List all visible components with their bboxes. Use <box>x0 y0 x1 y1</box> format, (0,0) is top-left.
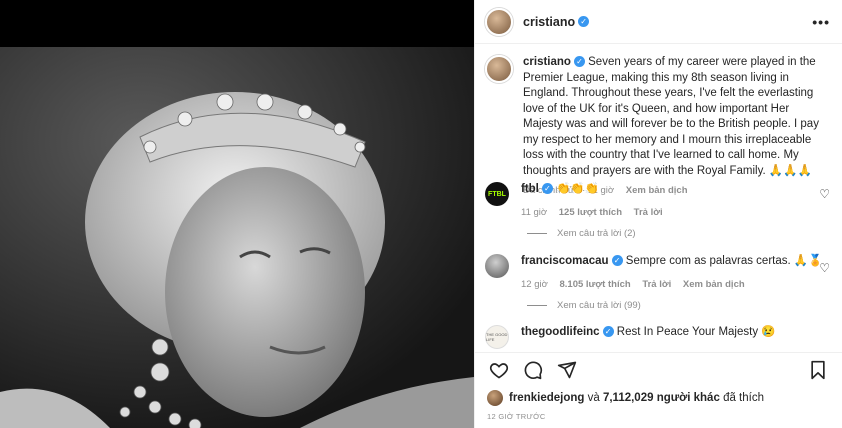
view-replies-button[interactable]: Xem câu trả lời (99) <box>527 300 641 311</box>
likes-connector: và <box>587 392 600 404</box>
verified-badge-icon: ✓ <box>611 255 623 266</box>
view-replies-label: Xem câu trả lời (2) <box>557 228 636 239</box>
verified-badge-icon: ✓ <box>602 326 614 337</box>
comment-username[interactable]: ftbl <box>521 183 539 195</box>
view-replies-label: Xem câu trả lời (99) <box>557 300 641 311</box>
comment-heart-icon[interactable]: ♡ <box>819 187 830 201</box>
more-options-icon[interactable]: ••• <box>812 14 830 30</box>
comment-item: FTBL ftbl ✓ 👏👏👏 11 giờ 125 lượt thích Trả… <box>475 182 842 220</box>
post-caption: cristiano ✓ Seven years of my career were… <box>475 45 842 199</box>
comment-username[interactable]: thegoodlifeinc <box>521 326 600 338</box>
comment-icon[interactable] <box>521 358 545 382</box>
comment-likes[interactable]: 8.105 lượt thích <box>559 279 630 290</box>
post-media[interactable] <box>0 0 474 428</box>
comment-time: 11 giờ <box>521 207 548 218</box>
post-photo <box>0 47 474 428</box>
verified-badge-icon: ✓ <box>541 183 553 194</box>
verified-badge-icon: ✓ <box>573 56 585 67</box>
comment-body: franciscomacau ✓ Sempre com as palavras c… <box>521 254 832 292</box>
caption-text: Seven years of my career were played in … <box>523 56 819 177</box>
comment-reply-button[interactable]: Trả lời <box>642 279 671 290</box>
commenter-avatar[interactable] <box>485 254 509 278</box>
likes-suffix: đã thích <box>723 392 764 404</box>
comment-body: thegoodlifeinc ✓ Rest In Peace Your Majes… <box>521 325 832 349</box>
likes-others-link[interactable]: 7,112,029 người khác <box>603 392 720 404</box>
commenter-avatar[interactable]: FTBL <box>485 182 509 206</box>
divider-line <box>527 233 547 234</box>
comment-text: Sempre com as palavras certas. 🙏🏅 <box>625 255 823 267</box>
caption-avatar[interactable] <box>485 55 513 83</box>
comment-item: THE GOOD LIFE thegoodlifeinc ✓ Rest In Pe… <box>475 325 842 349</box>
comment-text: 👏👏👏 <box>556 183 600 195</box>
caption-body: cristiano ✓ Seven years of my career were… <box>523 55 828 199</box>
commenter-avatar[interactable]: THE GOOD LIFE <box>485 325 509 349</box>
likes-text: frenkiedejong và 7,112,029 người khác đã… <box>509 392 764 404</box>
heart-icon[interactable] <box>487 358 511 382</box>
comment-item: franciscomacau ✓ Sempre com as palavras c… <box>475 254 842 292</box>
comment-body: ftbl ✓ 👏👏👏 11 giờ 125 lượt thích Trả lời <box>521 182 832 220</box>
view-replies-button[interactable]: Xem câu trả lời (2) <box>527 228 636 239</box>
divider-line <box>527 305 547 306</box>
liker-username[interactable]: frenkiedejong <box>509 392 584 404</box>
action-bar <box>475 352 842 386</box>
comment-text: Rest In Peace Your Majesty 😢 <box>616 326 776 338</box>
comment-reply-button[interactable]: Trả lời <box>634 207 663 218</box>
verified-badge-icon: ✓ <box>578 16 590 27</box>
queen-portrait-image <box>0 47 474 428</box>
comments-section[interactable]: cristiano ✓ Seven years of my career were… <box>475 45 842 350</box>
liker-avatar[interactable] <box>487 390 503 406</box>
author-avatar[interactable] <box>485 7 513 36</box>
likes-summary: frenkiedejong và 7,112,029 người khác đã… <box>487 390 830 406</box>
post-header: cristiano ✓ ••• <box>475 0 842 44</box>
comment-time: 12 giờ <box>521 279 548 290</box>
caption-username[interactable]: cristiano <box>523 56 571 68</box>
comment-username[interactable]: franciscomacau <box>521 255 609 267</box>
comment-meta: 11 giờ 125 lượt thích Trả lời <box>521 205 832 220</box>
comment-translate-link[interactable]: Xem bản dịch <box>683 279 745 290</box>
comment-meta: 12 giờ 8.105 lượt thích Trả lời Xem bản … <box>521 277 832 292</box>
comment-likes[interactable]: 125 lượt thích <box>559 207 622 218</box>
comment-heart-icon[interactable]: ♡ <box>819 261 830 275</box>
bookmark-icon[interactable] <box>806 358 830 382</box>
post-side-panel: cristiano ✓ ••• cristiano ✓ Seven years o… <box>474 0 842 428</box>
author-username[interactable]: cristiano <box>523 15 575 29</box>
share-icon[interactable] <box>555 358 579 382</box>
post-timestamp: 12 GIỜ TRƯỚC <box>487 412 546 421</box>
